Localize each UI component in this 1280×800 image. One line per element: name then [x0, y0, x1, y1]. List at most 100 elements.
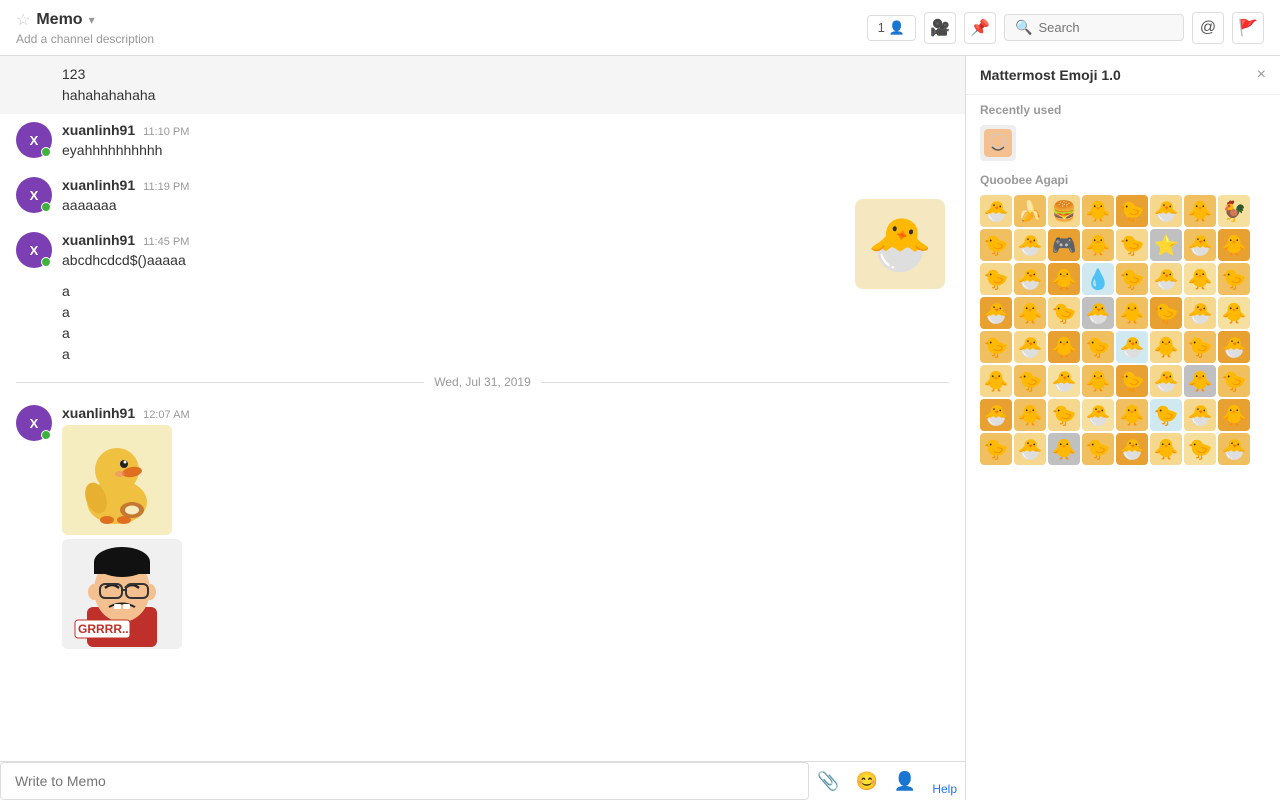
- emoji-cell[interactable]: 🐥: [1150, 331, 1182, 363]
- emoji-cell[interactable]: 🐤: [980, 331, 1012, 363]
- emoji-cell[interactable]: 🐤: [1014, 365, 1046, 397]
- emoji-cell[interactable]: 💧: [1082, 263, 1114, 295]
- msg-text: eyahhhhhhhhhh: [62, 140, 949, 161]
- member-mention-button[interactable]: 👤: [886, 762, 924, 800]
- msg-time: 11:19 PM: [143, 181, 189, 193]
- members-button[interactable]: 1 👤: [867, 15, 916, 41]
- msg-text: a: [62, 281, 949, 302]
- emoji-cell[interactable]: 🐥: [1082, 229, 1114, 261]
- emoji-cell[interactable]: 🐣: [1150, 263, 1182, 295]
- emoji-cell[interactable]: 🐥: [1218, 399, 1250, 431]
- emoji-cell[interactable]: 🐣: [1150, 195, 1182, 227]
- msg-text: a: [62, 302, 949, 323]
- emoji-cell[interactable]: 🐤: [1082, 433, 1114, 465]
- emoji-cell[interactable]: 🐤: [1116, 195, 1148, 227]
- date-line-right: [541, 382, 949, 383]
- emoji-cell[interactable]: 🐣: [1014, 331, 1046, 363]
- emoji-cell[interactable]: 🐤: [1150, 297, 1182, 329]
- sticker-row: GRRRR...: [62, 425, 949, 649]
- emoji-cell[interactable]: 🐥: [1116, 297, 1148, 329]
- emoji-cell[interactable]: 🎮: [1048, 229, 1080, 261]
- emoji-cell[interactable]: 🐣: [1184, 297, 1216, 329]
- emoji-cell[interactable]: 🍔: [1048, 195, 1080, 227]
- grr-svg: GRRRR...: [67, 542, 177, 647]
- video-icon-button[interactable]: 🎥: [924, 12, 956, 44]
- search-icon: 🔍: [1015, 19, 1032, 36]
- date-line-left: [16, 382, 424, 383]
- avatar: X: [16, 122, 52, 158]
- emoji-cell[interactable]: 🐥: [1014, 297, 1046, 329]
- at-icon: @: [1200, 19, 1216, 37]
- emoji-cell[interactable]: 🐤: [1116, 263, 1148, 295]
- attachment-button[interactable]: 📎: [809, 762, 847, 800]
- emoji-cell[interactable]: 🐥: [1116, 399, 1148, 431]
- emoji-cell[interactable]: 🐣: [980, 399, 1012, 431]
- emoji-cell[interactable]: 🐣: [1116, 433, 1148, 465]
- emoji-cell[interactable]: 🐥: [1014, 399, 1046, 431]
- emoji-cell[interactable]: 🐣: [1116, 331, 1148, 363]
- quoobee-label: Quoobee Agapi: [966, 165, 1280, 191]
- search-input[interactable]: [1038, 20, 1168, 35]
- emoji-cell[interactable]: 🐣: [980, 297, 1012, 329]
- emoji-cell[interactable]: 🐣: [1184, 229, 1216, 261]
- emoji-cell[interactable]: 🐤: [1116, 229, 1148, 261]
- emoji-close-button[interactable]: ×: [1257, 66, 1266, 84]
- emoji-cell[interactable]: 🐣: [1048, 365, 1080, 397]
- emoji-cell[interactable]: 🐤: [1150, 399, 1182, 431]
- emoji-cell[interactable]: ⭐: [1150, 229, 1182, 261]
- help-link[interactable]: Help: [924, 778, 965, 800]
- star-icon[interactable]: ☆: [16, 10, 30, 30]
- emoji-cell[interactable]: 🐥: [1082, 365, 1114, 397]
- emoji-cell[interactable]: 🐣: [1082, 297, 1114, 329]
- msg-header: xuanlinh91 11:10 PM: [62, 122, 949, 138]
- emoji-cell[interactable]: 🐤: [1218, 365, 1250, 397]
- emoji-cell[interactable]: 🐥: [1218, 297, 1250, 329]
- emoji-cell[interactable]: 🐥: [980, 365, 1012, 397]
- emoji-cell[interactable]: 🐤: [1184, 331, 1216, 363]
- chevron-down-icon[interactable]: ▾: [89, 13, 95, 27]
- emoji-cell[interactable]: 🐣: [1184, 399, 1216, 431]
- emoji-cell[interactable]: 🐣: [1082, 399, 1114, 431]
- emoji-cell[interactable]: 🐥: [1218, 229, 1250, 261]
- emoji-cell[interactable]: 🐤: [1048, 399, 1080, 431]
- flag-icon-button[interactable]: 🚩: [1232, 12, 1264, 44]
- msg-text: a: [62, 344, 949, 365]
- emoji-cell[interactable]: 🐤: [1184, 433, 1216, 465]
- emoji-cell[interactable]: 🐣: [1014, 263, 1046, 295]
- sticker-duck: [62, 425, 172, 535]
- member-count: 1: [878, 20, 885, 35]
- channel-description[interactable]: Add a channel description: [16, 32, 867, 46]
- emoji-cell[interactable]: 🐣: [1218, 433, 1250, 465]
- search-box[interactable]: 🔍: [1004, 14, 1184, 41]
- emoji-cell[interactable]: 🐥: [1048, 433, 1080, 465]
- emoji-cell[interactable]: 🐣: [1150, 365, 1182, 397]
- emoji-button[interactable]: 😊: [847, 762, 885, 800]
- mention-icon-button[interactable]: @: [1192, 12, 1224, 44]
- emoji-cell[interactable]: 🐥: [1048, 263, 1080, 295]
- emoji-cell[interactable]: 🐥: [1048, 331, 1080, 363]
- recent-emoji-1[interactable]: [980, 125, 1016, 161]
- emoji-cell[interactable]: 🐤: [1116, 365, 1148, 397]
- avatar: X: [16, 177, 52, 213]
- emoji-cell[interactable]: 🐤: [980, 229, 1012, 261]
- emoji-cell[interactable]: 🐥: [1184, 195, 1216, 227]
- online-status-dot: [41, 147, 51, 157]
- emoji-cell[interactable]: 🐣: [1218, 331, 1250, 363]
- emoji-cell[interactable]: 🐣: [1014, 229, 1046, 261]
- message-input[interactable]: [0, 762, 809, 800]
- emoji-cell[interactable]: 🐥: [1082, 195, 1114, 227]
- pin-icon-button[interactable]: 📌: [964, 12, 996, 44]
- emoji-cell[interactable]: 🐓: [1218, 195, 1250, 227]
- emoji-cell[interactable]: 🐥: [1184, 263, 1216, 295]
- emoji-cell[interactable]: 🐣: [980, 195, 1012, 227]
- emoji-cell[interactable]: 🐥: [1150, 433, 1182, 465]
- emoji-cell[interactable]: 🐤: [1048, 297, 1080, 329]
- emoji-cell[interactable]: 🐣: [1014, 433, 1046, 465]
- emoji-cell[interactable]: 🐥: [1184, 365, 1216, 397]
- emoji-cell[interactable]: 🐤: [980, 433, 1012, 465]
- pin-icon: 📌: [970, 18, 990, 38]
- emoji-cell[interactable]: 🐤: [980, 263, 1012, 295]
- emoji-cell[interactable]: 🐤: [1082, 331, 1114, 363]
- emoji-cell[interactable]: 🐤: [1218, 263, 1250, 295]
- emoji-cell[interactable]: 🍌: [1014, 195, 1046, 227]
